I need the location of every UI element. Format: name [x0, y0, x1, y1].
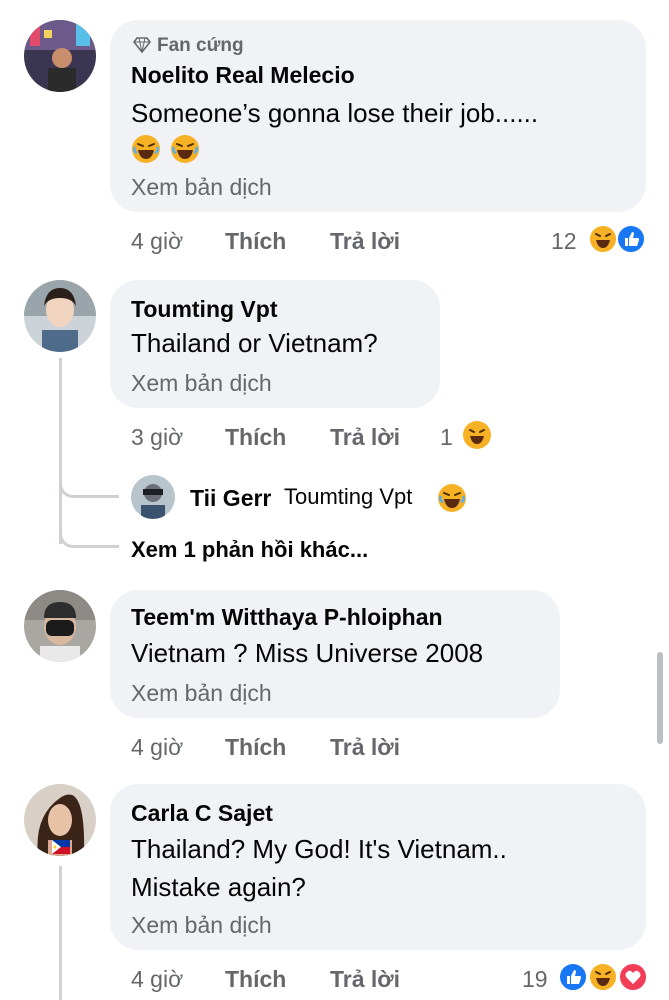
- haha-icon: [588, 962, 618, 992]
- diamond-icon: [132, 36, 152, 54]
- comment-author[interactable]: Noelito Real Melecio: [131, 62, 355, 89]
- like-button[interactable]: Thích: [225, 228, 286, 255]
- top-fan-badge: Fan cứng: [157, 35, 244, 56]
- reply-button[interactable]: Trả lời: [330, 734, 400, 761]
- comment-time[interactable]: 3 giờ: [131, 424, 183, 451]
- like-button[interactable]: Thích: [225, 966, 286, 993]
- comment-text: Thailand or Vietnam?: [131, 328, 378, 358]
- reaction-count[interactable]: 12: [551, 228, 577, 255]
- reply-author[interactable]: Tii Gerr: [190, 485, 271, 512]
- love-icon: [618, 962, 648, 992]
- see-translation-link[interactable]: Xem bản dịch: [131, 912, 272, 939]
- avatar[interactable]: [131, 475, 175, 519]
- avatar[interactable]: [24, 280, 96, 352]
- avatar[interactable]: [24, 590, 96, 662]
- like-button[interactable]: Thích: [225, 424, 286, 451]
- comment-author[interactable]: Teem'm Witthaya P-hloiphan: [131, 604, 443, 631]
- like-icon: [616, 224, 646, 254]
- see-translation-link[interactable]: Xem bản dịch: [131, 174, 272, 201]
- comment-author[interactable]: Toumting Vpt: [131, 296, 277, 323]
- comment-text: Someone’s gonna lose their job......: [131, 98, 539, 128]
- comment-time[interactable]: 4 giờ: [131, 228, 183, 255]
- avatar[interactable]: [24, 20, 96, 92]
- see-translation-link[interactable]: Xem bản dịch: [131, 680, 272, 707]
- like-button[interactable]: Thích: [225, 734, 286, 761]
- reply-button[interactable]: Trả lời: [330, 228, 400, 255]
- comment-time[interactable]: 4 giờ: [131, 966, 183, 993]
- laughing-emoji-icon: [131, 134, 161, 164]
- reaction-count[interactable]: 1: [440, 424, 453, 451]
- view-more-replies-link[interactable]: Xem 1 phản hồi khác...: [131, 537, 368, 563]
- philippines-flag-icon: [52, 840, 70, 854]
- comment-text: Vietnam ? Miss Universe 2008: [131, 638, 484, 668]
- thread-branch: [59, 460, 119, 498]
- reply-button[interactable]: Trả lời: [330, 966, 400, 993]
- see-translation-link[interactable]: Xem bản dịch: [131, 370, 272, 397]
- comment-text: Mistake again?: [131, 872, 306, 902]
- reply-text: Toumting Vpt: [284, 484, 413, 509]
- comment-text: Thailand? My God! It's Vietnam..: [131, 834, 507, 864]
- laughing-emoji-icon: [437, 483, 467, 513]
- reaction-count[interactable]: 19: [522, 966, 548, 993]
- thread-branch: [59, 510, 119, 548]
- comment-author[interactable]: Carla C Sajet: [131, 800, 273, 827]
- haha-icon: [588, 224, 618, 254]
- laughing-emoji-icon: [170, 134, 200, 164]
- like-icon: [558, 962, 588, 992]
- haha-icon: [462, 420, 492, 450]
- scrollbar[interactable]: [657, 652, 663, 744]
- thread-line: [59, 866, 62, 1000]
- reply-button[interactable]: Trả lời: [330, 424, 400, 451]
- comment-time[interactable]: 4 giờ: [131, 734, 183, 761]
